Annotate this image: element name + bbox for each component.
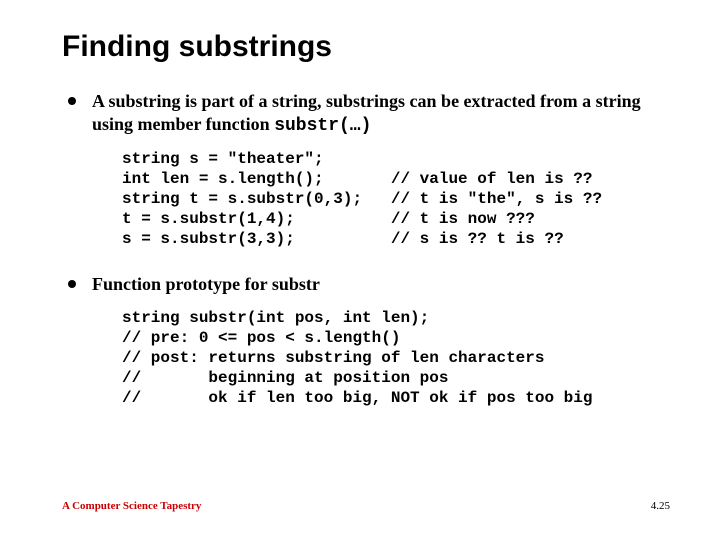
slide: Finding substrings A substring is part o… [0, 0, 720, 540]
footer-left: A Computer Science Tapestry [62, 500, 201, 512]
slide-title: Finding substrings [62, 30, 670, 64]
bullet-item: Function prototype for substr string sub… [62, 273, 670, 408]
bullet-item: A substring is part of a string, substri… [62, 90, 670, 249]
bullet-text: A substring is part of a string, substri… [92, 91, 641, 134]
code-block: string substr(int pos, int len); // pre:… [122, 308, 670, 408]
bullet-text: Function prototype for substr [92, 274, 320, 294]
page-number: 4.25 [651, 500, 670, 512]
bullet-list: A substring is part of a string, substri… [62, 90, 670, 408]
inline-code: substr(…) [274, 116, 371, 136]
code-block: string s = "theater"; int len = s.length… [122, 149, 670, 249]
